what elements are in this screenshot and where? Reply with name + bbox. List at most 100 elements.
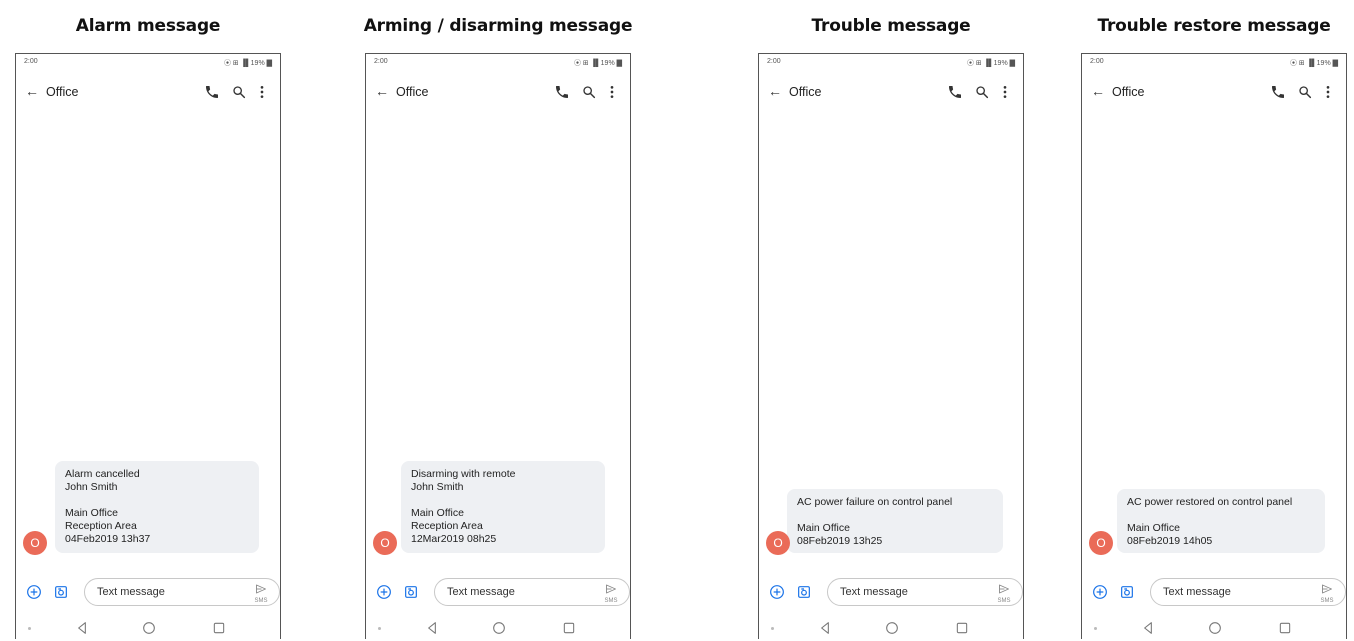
panel-alarm-message: Alarm message 2:00 ⦿ ⊞ ▐▌19% ▇ ← Office …	[8, 0, 288, 639]
text-message-placeholder: Text message	[447, 586, 515, 598]
nav-home-icon[interactable]	[491, 620, 507, 641]
system-nav-bar	[16, 619, 280, 639]
message-line: Main Office	[65, 507, 118, 519]
send-sms-button[interactable]: SMS	[1317, 582, 1337, 604]
panel-arming-disarming-message: Arming / disarming message 2:00 ⦿ ⊞ ▐▌19…	[358, 0, 638, 639]
camera-gallery-icon[interactable]	[53, 584, 69, 605]
nav-dot-icon	[771, 627, 774, 630]
more-options-icon[interactable]	[1320, 84, 1336, 100]
search-icon[interactable]	[974, 84, 990, 100]
nav-home-icon[interactable]	[1207, 620, 1223, 641]
back-arrow-icon[interactable]: ←	[1091, 84, 1105, 98]
message-line: John Smith	[65, 481, 118, 493]
phone-call-icon[interactable]	[554, 84, 570, 100]
text-message-input[interactable]: Text message SMS	[1150, 578, 1346, 606]
compose-bar: Text message SMS	[1082, 574, 1346, 610]
send-sms-button[interactable]: SMS	[994, 582, 1014, 604]
text-message-input[interactable]: Text message SMS	[434, 578, 630, 606]
nav-dot-icon	[1094, 627, 1097, 630]
message-line: AC power restored on control panel	[1127, 496, 1293, 508]
more-options-icon[interactable]	[254, 84, 270, 100]
phone-call-icon[interactable]	[1270, 84, 1286, 100]
add-attachment-icon[interactable]	[26, 584, 42, 605]
message-line: 08Feb2019 13h25	[797, 535, 883, 547]
camera-gallery-icon[interactable]	[796, 584, 812, 605]
send-sms-button[interactable]: SMS	[601, 582, 621, 604]
system-nav-bar	[366, 619, 630, 639]
nav-back-icon[interactable]	[817, 620, 833, 641]
panel-title: Alarm message	[75, 16, 221, 36]
nav-recents-icon[interactable]	[955, 621, 969, 640]
nav-recents-icon[interactable]	[1278, 621, 1292, 640]
status-icons: ⦿ ⊞ ▐▌19% ▇	[223, 60, 272, 67]
add-attachment-icon[interactable]	[769, 584, 785, 605]
nav-dot-icon	[28, 627, 31, 630]
message-line: Main Office	[797, 522, 850, 534]
text-message-placeholder: Text message	[1163, 586, 1231, 598]
add-attachment-icon[interactable]	[1092, 584, 1108, 605]
contact-name: Office	[1112, 85, 1145, 99]
nav-back-icon[interactable]	[74, 620, 90, 641]
message-bubble: AC power restored on control panel Main …	[1117, 489, 1325, 553]
panel-title: Trouble restore message	[1097, 16, 1331, 36]
contact-name: Office	[46, 85, 79, 99]
back-arrow-icon[interactable]: ←	[25, 84, 39, 98]
status-icons: ⦿ ⊞ ▐▌19% ▇	[573, 60, 622, 67]
text-message-input[interactable]: Text message SMS	[84, 578, 280, 606]
phone-call-icon[interactable]	[947, 84, 963, 100]
system-nav-bar	[1082, 619, 1346, 639]
nav-dot-icon	[378, 627, 381, 630]
send-sms-label: SMS	[254, 598, 268, 604]
contact-name: Office	[789, 85, 822, 99]
text-message-placeholder: Text message	[840, 586, 908, 598]
panel-title: Trouble message	[811, 16, 971, 36]
status-time: 2:00	[24, 58, 38, 65]
nav-back-icon[interactable]	[1140, 620, 1156, 641]
send-icon	[999, 584, 1009, 594]
message-line: 04Feb2019 13h37	[65, 533, 151, 545]
contact-avatar[interactable]: O	[23, 531, 47, 555]
phone-screen: 2:00 ⦿ ⊞ ▐▌19% ▇ ← Office AC power failu…	[758, 53, 1024, 639]
message-line: Reception Area	[65, 520, 137, 532]
message-line: Main Office	[411, 507, 464, 519]
status-icons: ⦿ ⊞ ▐▌19% ▇	[966, 60, 1015, 67]
more-options-icon[interactable]	[604, 84, 620, 100]
nav-recents-icon[interactable]	[562, 621, 576, 640]
back-arrow-icon[interactable]: ←	[768, 84, 782, 98]
contact-name: Office	[396, 85, 429, 99]
back-arrow-icon[interactable]: ←	[375, 84, 389, 98]
search-icon[interactable]	[1297, 84, 1313, 100]
compose-bar: Text message SMS	[759, 574, 1023, 610]
message-line: Main Office	[1127, 522, 1180, 534]
contact-avatar[interactable]: O	[373, 531, 397, 555]
status-time: 2:00	[1090, 58, 1104, 65]
message-line	[411, 494, 595, 507]
app-bar: ← Office	[16, 78, 280, 106]
compose-bar: Text message SMS	[16, 574, 280, 610]
send-sms-button[interactable]: SMS	[251, 582, 271, 604]
text-message-input[interactable]: Text message SMS	[827, 578, 1023, 606]
phone-screen: 2:00 ⦿ ⊞ ▐▌19% ▇ ← Office Disarming with…	[365, 53, 631, 639]
camera-gallery-icon[interactable]	[403, 584, 419, 605]
message-bubble: Disarming with remote John Smith Main Of…	[401, 461, 605, 553]
more-options-icon[interactable]	[997, 84, 1013, 100]
contact-avatar[interactable]: O	[766, 531, 790, 555]
message-line: AC power failure on control panel	[797, 496, 953, 508]
search-icon[interactable]	[231, 84, 247, 100]
search-icon[interactable]	[581, 84, 597, 100]
phone-call-icon[interactable]	[204, 84, 220, 100]
message-line: Disarming with remote	[411, 468, 516, 480]
panel-trouble-message: Trouble message 2:00 ⦿ ⊞ ▐▌19% ▇ ← Offic…	[751, 0, 1031, 639]
nav-recents-icon[interactable]	[212, 621, 226, 640]
send-icon	[256, 584, 266, 594]
camera-gallery-icon[interactable]	[1119, 584, 1135, 605]
add-attachment-icon[interactable]	[376, 584, 392, 605]
nav-back-icon[interactable]	[424, 620, 440, 641]
message-line: 08Feb2019 14h05	[1127, 535, 1213, 547]
nav-home-icon[interactable]	[141, 620, 157, 641]
app-bar: ← Office	[1082, 78, 1346, 106]
app-bar: ← Office	[366, 78, 630, 106]
contact-avatar[interactable]: O	[1089, 531, 1113, 555]
system-nav-bar	[759, 619, 1023, 639]
nav-home-icon[interactable]	[884, 620, 900, 641]
